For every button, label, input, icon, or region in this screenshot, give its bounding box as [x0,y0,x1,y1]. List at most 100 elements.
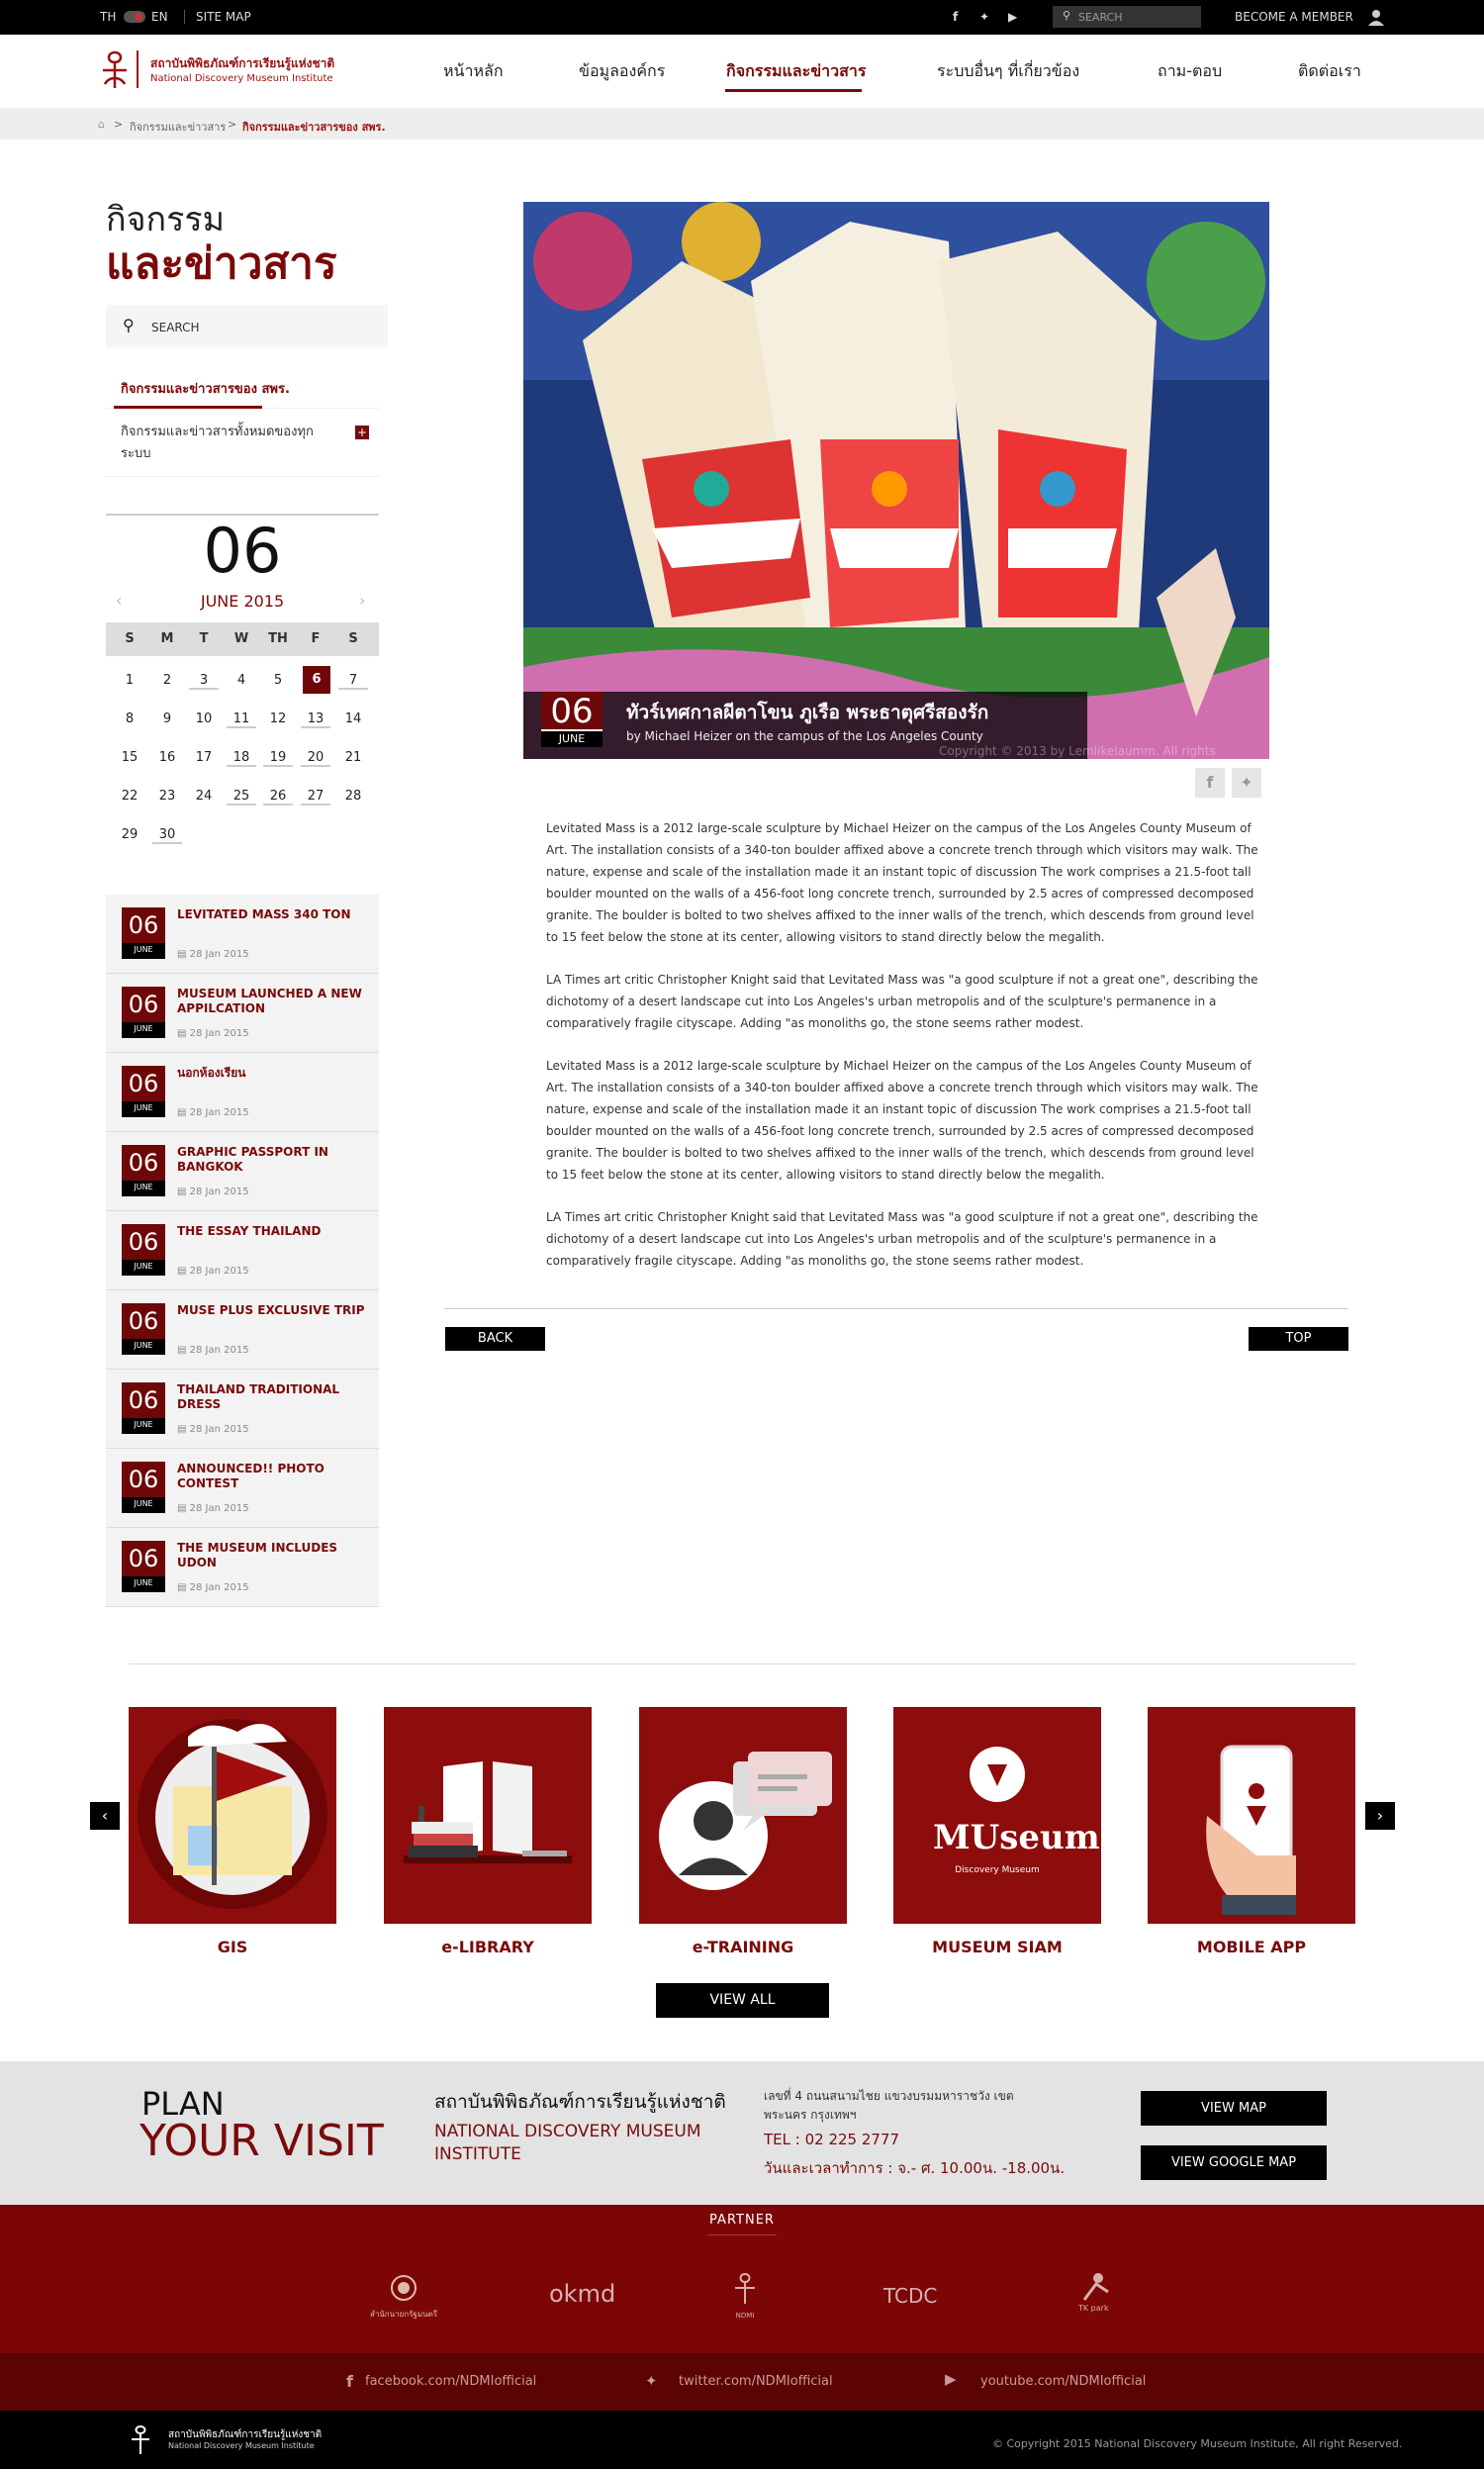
news-title[interactable]: MUSEUM LAUNCHED A NEW APPILCATION [177,987,375,1016]
facebook-icon[interactable]: f [953,10,958,24]
facebook-link[interactable]: facebook.com/NDMIofficial [365,2374,536,2389]
sidebar-search[interactable]: ⚲ SEARCH [106,305,388,347]
sitemap-link[interactable]: SITE MAP [196,10,251,24]
calendar-day-event[interactable]: 19 [263,750,293,767]
twitter-link[interactable]: twitter.com/NDMIofficial [679,2374,833,2389]
lang-toggle[interactable] [124,11,145,23]
news-item[interactable]: 06 JUNE LEVITATED MASS 340 TON ▤ 28 Jan 2… [106,895,379,974]
calendar-day-selected[interactable]: 6 [303,666,330,694]
view-all-button[interactable]: VIEW ALL [656,1983,829,2018]
calendar-day-event[interactable]: 11 [227,712,256,728]
calendar-day[interactable]: 17 [189,750,219,765]
back-button[interactable]: BACK [445,1327,545,1351]
calendar-day-event[interactable]: 13 [301,712,330,728]
news-title[interactable]: THAILAND TRADITIONAL DRESS [177,1382,375,1412]
youtube-link[interactable]: youtube.com/NDMIofficial [980,2374,1146,2389]
youtube-icon[interactable]: ▶ [945,2370,957,2388]
partner-logo-ndmi[interactable]: NDMI [727,2272,763,2326]
news-title[interactable]: MUSE PLUS EXCLUSIVE TRIP [177,1303,375,1318]
service-tile-mobile-app[interactable] [1148,1707,1355,1924]
calendar-day-event[interactable]: 27 [301,789,330,806]
partner-logo-okmd[interactable]: okmd [549,2280,615,2308]
sidebar-menu-other[interactable]: กิจกรรมและข่าวสารทั้งหมดของทุกระบบ + [106,412,379,477]
news-item[interactable]: 06 JUNE ANNOUNCED!! PHOTO CONTEST ▤ 28 Ja… [106,1449,379,1528]
calendar-day[interactable]: 12 [263,712,293,726]
sidebar-menu-active[interactable]: กิจกรรมและข่าวสารของ สพร. [106,369,379,409]
news-title[interactable]: ANNOUNCED!! PHOTO CONTEST [177,1462,375,1491]
service-label-etraining[interactable]: e-TRAINING [639,1938,847,1956]
lang-en[interactable]: EN [151,10,168,24]
calendar-day-event[interactable]: 7 [338,673,368,690]
share-facebook-icon[interactable]: f [1195,768,1225,798]
news-item[interactable]: 06 JUNE GRAPHIC PASSPORT IN BANGKOK ▤ 28 … [106,1132,379,1211]
calendar-day[interactable]: 15 [115,750,144,765]
calendar-day[interactable]: 22 [115,789,144,804]
calendar-day[interactable]: 21 [338,750,368,765]
calendar-day[interactable]: 24 [189,789,219,804]
calendar-day[interactable]: 5 [263,673,293,688]
service-tile-etraining[interactable] [639,1707,847,1924]
breadcrumb-level1[interactable]: กิจกรรมและข่าวสาร [130,118,226,136]
calendar-day-event[interactable]: 30 [152,827,182,844]
calendar-day[interactable]: 9 [152,712,182,726]
news-title[interactable]: THE ESSAY THAILAND [177,1224,375,1239]
home-icon[interactable]: ⌂ [98,118,105,131]
nav-about[interactable]: ข้อมูลองค์กร [579,59,665,84]
news-item[interactable]: 06 JUNE THE ESSAY THAILAND ▤ 28 Jan 2015 [106,1211,379,1290]
service-label-mobile-app[interactable]: MOBILE APP [1148,1938,1355,1956]
news-item[interactable]: 06 JUNE THE MUSEUM INCLUDES UDON ▤ 28 Jan… [106,1528,379,1607]
calendar-day[interactable]: 29 [115,827,144,842]
calendar-day[interactable]: 14 [338,712,368,726]
nav-home[interactable]: หน้าหลัก [443,59,504,84]
news-item[interactable]: 06 JUNE MUSEUM LAUNCHED A NEW APPILCATION… [106,974,379,1053]
news-title[interactable]: LEVITATED MASS 340 TON [177,907,375,922]
view-map-button[interactable]: VIEW MAP [1141,2091,1327,2126]
news-title[interactable]: THE MUSEUM INCLUDES UDON [177,1541,375,1570]
calendar-day-event[interactable]: 20 [301,750,330,767]
top-button[interactable]: TOP [1249,1327,1348,1351]
calendar-day-event[interactable]: 3 [189,673,219,690]
partner-logo-tcdc[interactable]: TCDC [883,2284,937,2308]
news-title[interactable]: GRAPHIC PASSPORT IN BANGKOK [177,1145,375,1175]
calendar-day-event[interactable]: 25 [227,789,256,806]
facebook-icon[interactable]: f [346,2372,353,2391]
expand-plus-icon[interactable]: + [355,426,369,439]
view-google-map-button[interactable]: VIEW GOOGLE MAP [1141,2145,1327,2180]
calendar-day-event[interactable]: 18 [227,750,256,767]
partner-logo-prime-minister[interactable]: สำนักนายกรัฐมนตรี [366,2274,441,2324]
service-label-elibrary[interactable]: e-LIBRARY [384,1938,592,1956]
twitter-icon[interactable]: ✦ [645,2372,658,2390]
partner-logo-tkpark[interactable]: TK park [1074,2272,1124,2326]
calendar-next-icon[interactable]: › [359,591,365,610]
nav-activities[interactable]: กิจกรรมและข่าวสาร [726,59,866,84]
service-label-gis[interactable]: GIS [129,1938,336,1956]
youtube-icon[interactable]: ▶ [1008,10,1017,24]
search-box[interactable]: ⚲ SEARCH [1053,6,1201,28]
nav-related-systems[interactable]: ระบบอื่นๆ ที่เกี่ยวข้อง [937,59,1079,84]
user-icon[interactable] [1367,8,1385,26]
service-tile-museum-siam[interactable]: MUseum Siam Discovery Museum [893,1707,1206,1924]
calendar-day[interactable]: 1 [115,673,144,688]
news-item[interactable]: 06 JUNE MUSE PLUS EXCLUSIVE TRIP ▤ 28 Jan… [106,1290,379,1370]
logo[interactable]: สถาบันพิพิธภัณฑ์การเรียนรู้แห่งชาติ Nati… [99,47,346,96]
service-tile-gis[interactable] [129,1707,336,1924]
news-item[interactable]: 06 JUNE THAILAND TRADITIONAL DRESS ▤ 28 J… [106,1370,379,1449]
calendar-day[interactable]: 23 [152,789,182,804]
carousel-prev-icon[interactable]: ‹ [90,1802,120,1830]
calendar-day[interactable]: 4 [227,673,256,688]
become-member-link[interactable]: BECOME A MEMBER [1235,10,1353,24]
nav-contact[interactable]: ติดต่อเรา [1298,59,1361,84]
calendar-day[interactable]: 2 [152,673,182,688]
calendar-day-event[interactable]: 26 [263,789,293,806]
twitter-icon[interactable]: ✦ [979,10,989,24]
service-tile-elibrary[interactable] [384,1707,592,1924]
carousel-next-icon[interactable]: › [1365,1802,1395,1830]
calendar-day[interactable]: 16 [152,750,182,765]
nav-faq[interactable]: ถาม-ตอบ [1158,59,1222,84]
calendar-day[interactable]: 10 [189,712,219,726]
news-title[interactable]: นอกห้องเรียน [177,1066,375,1081]
lang-th[interactable]: TH [100,10,116,24]
share-twitter-icon[interactable]: ✦ [1232,768,1261,798]
news-item[interactable]: 06 JUNE นอกห้องเรียน ▤ 28 Jan 2015 [106,1053,379,1132]
service-label-museum-siam[interactable]: MUSEUM SIAM [893,1938,1101,1956]
